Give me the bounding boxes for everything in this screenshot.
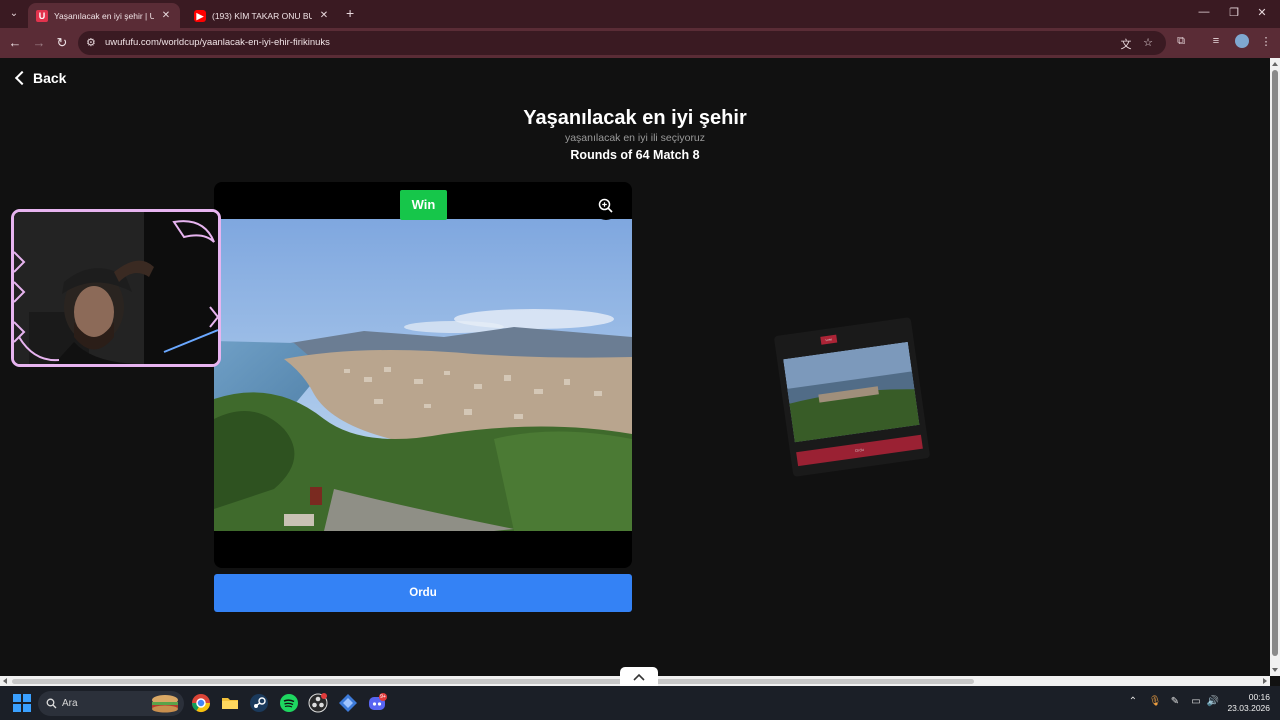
show-hidden-icons-chevron-icon[interactable]: ⌃ xyxy=(1126,696,1140,707)
collapse-panel-button[interactable] xyxy=(620,667,658,687)
close-tab-icon[interactable]: ✕ xyxy=(318,10,330,21)
scroll-left-icon[interactable] xyxy=(3,678,7,684)
app-icon[interactable] xyxy=(338,693,358,713)
search-icon xyxy=(46,698,57,709)
page-title: Yaşanılacak en iyi şehir xyxy=(523,107,747,129)
clock-time: 00:16 xyxy=(1248,692,1270,702)
page-subtitle: yaşanılacak en iyi ili seçiyoruz xyxy=(564,132,706,144)
scroll-down-icon[interactable] xyxy=(1272,668,1278,672)
kebab-menu-icon[interactable]: ⋮ xyxy=(1258,35,1274,48)
webcam-overlay xyxy=(11,209,221,367)
back-label: Back xyxy=(33,70,67,86)
translate-icon[interactable]: 文 xyxy=(1119,36,1133,52)
back-button[interactable]: Back xyxy=(14,70,66,86)
tab-title: (193) KİM TAKAR ONU BUNİ ŞAŞ xyxy=(212,10,312,21)
tab-strip: ⌄ U Yaşanılacak en iyi şehir | UwUFUFU ✕… xyxy=(0,0,1280,28)
restore-icon[interactable]: ❐ xyxy=(1224,6,1244,19)
sandwich-search-highlight-icon xyxy=(152,695,178,713)
candidate-image[interactable] xyxy=(214,219,632,531)
browser-toolbar: ← → ↻ ⚙ uwufufu.com/worldcup/yaanlacak-e… xyxy=(0,28,1280,58)
reload-icon[interactable]: ↻ xyxy=(53,34,71,52)
microphone-icon[interactable]: 🎙 xyxy=(1148,696,1162,707)
extensions-puzzle-icon[interactable]: ⧉ xyxy=(1173,35,1189,48)
city-photo xyxy=(214,219,632,531)
scroll-right-icon[interactable] xyxy=(1263,678,1267,684)
bookmark-star-icon[interactable]: ☆ xyxy=(1141,36,1155,49)
vertical-scrollbar[interactable] xyxy=(1270,58,1280,676)
pen-icon[interactable]: ✎ xyxy=(1168,696,1182,707)
discord-icon[interactable]: 9+ xyxy=(367,693,387,713)
spotify-icon[interactable] xyxy=(279,693,299,713)
discord-badge: 9+ xyxy=(380,694,386,700)
address-bar[interactable]: ⚙ uwufufu.com/worldcup/yaanlacak-en-iyi-… xyxy=(78,31,1166,55)
preview-image xyxy=(783,341,920,443)
scroll-thumb[interactable] xyxy=(12,679,974,684)
opponent-preview-card: Lose Ordu xyxy=(773,317,931,477)
obs-icon[interactable] xyxy=(308,693,328,713)
volume-icon[interactable]: 🔊 xyxy=(1206,696,1220,707)
taskbar-clock[interactable]: 00:16 23.03.2026 xyxy=(1222,692,1270,714)
url-text: uwufufu.com/worldcup/yaanlacak-en-iyi-eh… xyxy=(105,37,330,48)
candidate-card[interactable]: Win xyxy=(214,182,632,568)
zoom-in-button[interactable] xyxy=(592,192,620,220)
win-badge: Win xyxy=(400,190,447,220)
new-tab-plus-icon[interactable]: + xyxy=(346,5,360,21)
chevron-down-icon[interactable]: ⌄ xyxy=(5,5,23,23)
chevron-up-icon xyxy=(633,673,645,681)
tab-uwufufu[interactable]: U Yaşanılacak en iyi şehir | UwUFUFU ✕ xyxy=(28,3,180,28)
lose-badge: Lose xyxy=(820,334,838,345)
tab-youtube[interactable]: ▶ (193) KİM TAKAR ONU BUNİ ŞAŞ ✕ xyxy=(186,3,338,28)
site-info-icon[interactable]: ⚙ xyxy=(86,36,96,49)
clock-date: 23.03.2026 xyxy=(1227,703,1270,713)
profile-avatar[interactable] xyxy=(1235,34,1249,48)
webcam-feed xyxy=(14,212,218,364)
network-icon[interactable]: ▭ xyxy=(1189,696,1203,707)
file-explorer-icon[interactable] xyxy=(220,693,240,713)
youtube-favicon-icon: ▶ xyxy=(194,9,206,22)
close-tab-icon[interactable]: ✕ xyxy=(160,10,172,21)
scroll-thumb[interactable] xyxy=(1272,70,1278,656)
media-controls-icon[interactable]: ≡ xyxy=(1208,35,1224,47)
chrome-icon[interactable] xyxy=(191,693,211,713)
taskbar-search[interactable]: Ara xyxy=(38,691,184,716)
taskbar: Ara 9+ ⌃ 🎙 ✎ ▭ 🔊 00:16 23.03.2026 xyxy=(0,686,1280,720)
steam-icon[interactable] xyxy=(249,693,269,713)
choice-button-ordu[interactable]: Ordu xyxy=(214,574,632,612)
scroll-up-icon[interactable] xyxy=(1272,62,1278,66)
search-placeholder: Ara xyxy=(62,698,78,709)
windows-start-icon[interactable] xyxy=(12,693,32,713)
round-info: Rounds of 64 Match 8 xyxy=(570,148,700,162)
chevron-left-icon xyxy=(14,70,30,86)
back-arrow-icon[interactable]: ← xyxy=(6,34,24,52)
page-content: Back Yaşanılacak en iyi şehir yaşanılaca… xyxy=(0,58,1270,676)
preview-photo xyxy=(783,341,920,443)
forward-arrow-icon[interactable]: → xyxy=(30,34,48,52)
tab-title: Yaşanılacak en iyi şehir | UwUFUFU xyxy=(54,10,154,21)
minimize-icon[interactable]: — xyxy=(1194,6,1214,18)
zoom-in-icon xyxy=(598,198,613,213)
uwufufu-favicon-icon: U xyxy=(36,9,48,22)
close-window-icon[interactable]: ✕ xyxy=(1252,6,1272,19)
